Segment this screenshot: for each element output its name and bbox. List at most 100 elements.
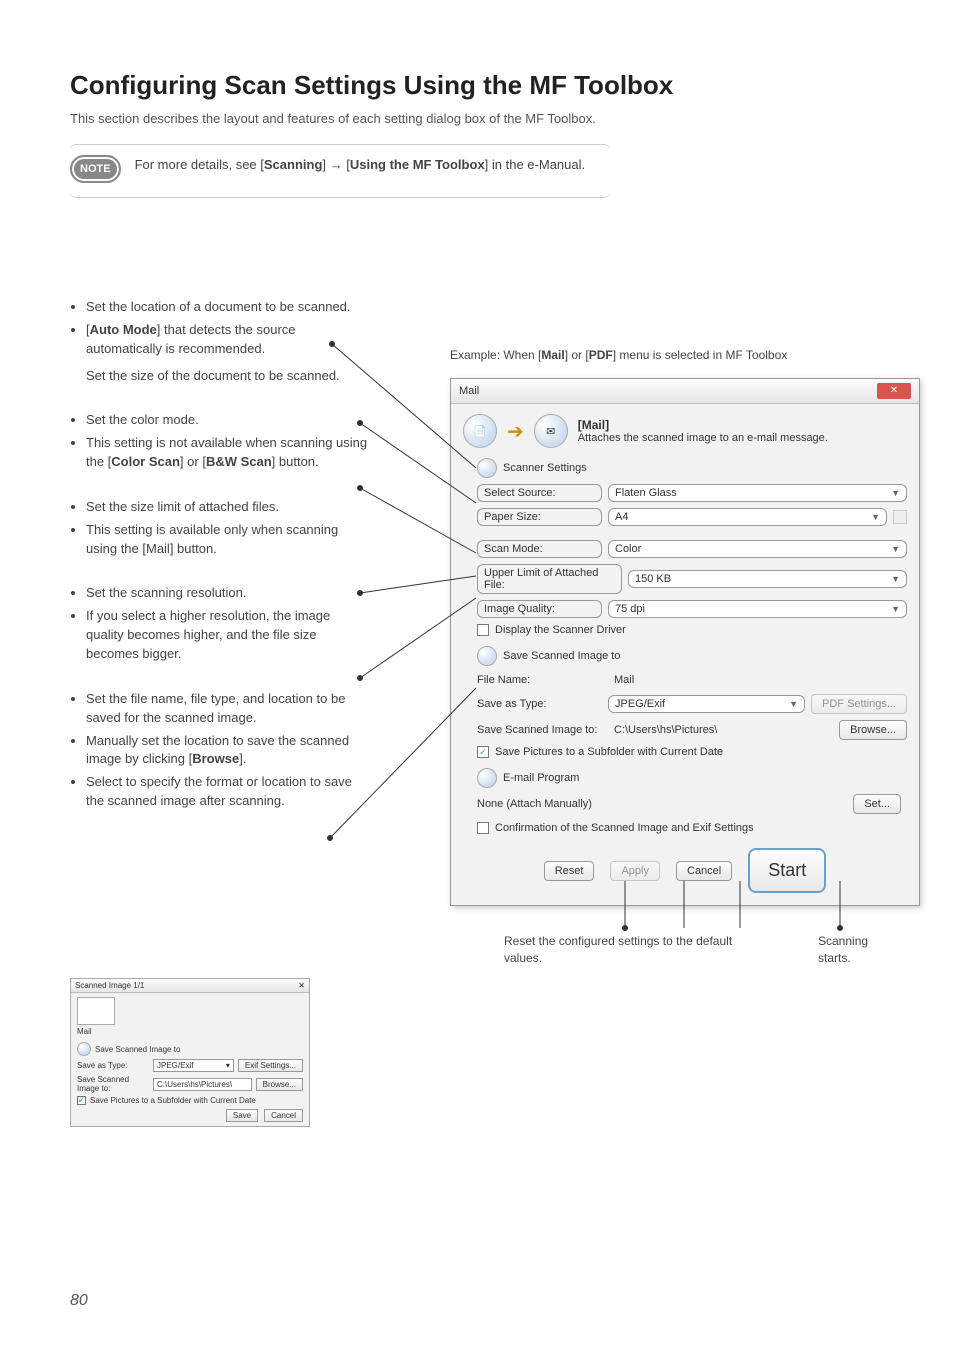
sd-section-label: Save Scanned Image to <box>95 1045 180 1054</box>
save-type-label: Save as Type: <box>477 698 602 710</box>
callout-specify-format: Select to specify the format or location… <box>86 773 370 811</box>
sd-save-icon <box>77 1042 91 1056</box>
mail-icon: ✉ <box>534 414 568 448</box>
ec-post: ] menu is selected in MF Toolbox <box>613 348 788 362</box>
note-suffix: ] in the e-Manual. <box>485 157 585 172</box>
g5b-bold: Browse <box>192 751 239 766</box>
paper-size-dropdown[interactable]: A4 ▼ <box>608 508 887 526</box>
reset-caption: Reset the configured settings to the def… <box>504 933 764 967</box>
cancel-button[interactable]: Cancel <box>676 861 732 881</box>
display-driver-label: Display the Scanner Driver <box>495 624 626 636</box>
g5b-post: ]. <box>239 751 246 766</box>
page-title: Configuring Scan Settings Using the MF T… <box>70 70 894 101</box>
sd-subfolder-label: Save Pictures to a Subfolder with Curren… <box>90 1096 256 1105</box>
callout-color-na: This setting is not available when scann… <box>86 434 370 472</box>
scan-mode-value: Color <box>615 543 641 555</box>
arrow-icon: ➔ <box>507 419 524 444</box>
image-quality-value: 75 dpi <box>615 603 645 615</box>
sd-save-to-field[interactable]: C:\Users\hs\Pictures\ <box>153 1078 252 1091</box>
select-source-label: Select Source: <box>477 484 602 502</box>
save-section-label: Save Scanned Image to <box>503 650 620 662</box>
display-driver-checkbox[interactable] <box>477 624 489 636</box>
scanner-icon: 📄 <box>463 414 497 448</box>
dialog-header-bold: [Mail] <box>578 418 609 432</box>
sd-browse-button[interactable]: Browse... <box>256 1078 303 1091</box>
image-quality-label: Image Quality: <box>477 600 602 618</box>
upper-limit-value: 150 KB <box>635 573 671 585</box>
save-type-dropdown[interactable]: JPEG/Exif ▼ <box>608 695 805 713</box>
sd-title-text: Scanned Image 1/1 <box>75 981 144 990</box>
g2b-post: ] button. <box>272 454 319 469</box>
sd-save-to-value: C:\Users\hs\Pictures\ <box>157 1080 232 1089</box>
callout-source-loc: Set the location of a document to be sca… <box>86 298 370 317</box>
note-bold-toolbox: Using the MF Toolbox <box>350 157 485 172</box>
page-number: 80 <box>70 1292 88 1310</box>
email-none-label: None (Attach Manually) <box>477 798 592 810</box>
sd-thumbnail[interactable] <box>77 997 115 1025</box>
mail-dialog: Mail ✕ 📄 ➔ ✉ [Mail] Attaches the scanned… <box>450 378 920 906</box>
dialog-titlebar: Mail ✕ <box>451 379 919 404</box>
note-badge: NOTE <box>70 155 121 183</box>
page-orientation-icon[interactable] <box>893 510 907 524</box>
close-icon[interactable]: ✕ <box>877 383 911 399</box>
ec-b2: PDF <box>589 348 613 362</box>
upper-limit-label: Upper Limit of Attached File: <box>477 564 622 594</box>
chevron-down-icon: ▼ <box>871 512 880 522</box>
page-intro: This section describes the layout and fe… <box>70 111 894 126</box>
chevron-down-icon: ▾ <box>226 1061 230 1070</box>
chevron-down-icon: ▼ <box>891 604 900 614</box>
email-section-icon <box>477 768 497 788</box>
scanner-settings-label: Scanner Settings <box>503 462 587 474</box>
save-to-value[interactable]: C:\Users\hs\Pictures\ <box>608 722 833 738</box>
sd-save-type-dropdown[interactable]: JPEG/Exif▾ <box>153 1059 234 1072</box>
sd-subfolder-checkbox[interactable]: ✓ <box>77 1096 86 1105</box>
select-source-dropdown[interactable]: Flaten Glass ▼ <box>608 484 907 502</box>
g2b-b2: B&W Scan <box>206 454 272 469</box>
browse-button[interactable]: Browse... <box>839 720 907 740</box>
callout-resolution-note: If you select a higher resolution, the i… <box>86 607 370 664</box>
main-area: Set the location of a document to be sca… <box>70 298 894 811</box>
note-text: For more details, see [Scanning] → [Usin… <box>135 155 586 175</box>
ec-mid: ] or [ <box>565 348 589 362</box>
image-quality-dropdown[interactable]: 75 dpi ▼ <box>608 600 907 618</box>
example-caption: Example: When [Mail] or [PDF] menu is se… <box>450 348 787 362</box>
g1b-bold: Auto Mode <box>90 322 157 337</box>
close-icon[interactable]: ✕ <box>298 981 305 990</box>
dialog-header-desc: Attaches the scanned image to an e-mail … <box>578 432 828 444</box>
sd-save-button[interactable]: Save <box>226 1109 258 1122</box>
left-callouts: Set the location of a document to be sca… <box>70 298 370 811</box>
apply-button[interactable]: Apply <box>610 861 660 881</box>
callout-paper-size: Set the size of the document to be scann… <box>70 367 370 386</box>
g2b-mid: ] or [ <box>180 454 206 469</box>
sd-exif-button[interactable]: Exif Settings... <box>238 1059 303 1072</box>
scan-mode-dropdown[interactable]: Color ▼ <box>608 540 907 558</box>
note-bold-scanning: Scanning <box>264 157 323 172</box>
email-section-label: E-mail Program <box>503 772 579 784</box>
note-block: NOTE For more details, see [Scanning] → … <box>70 144 610 198</box>
save-type-value: JPEG/Exif <box>615 698 665 710</box>
reset-button[interactable]: Reset <box>544 861 595 881</box>
save-section-icon <box>477 646 497 666</box>
ec-b1: Mail <box>541 348 564 362</box>
subfolder-label: Save Pictures to a Subfolder with Curren… <box>495 746 723 758</box>
paper-size-label: Paper Size: <box>477 508 602 526</box>
set-button[interactable]: Set... <box>853 794 901 814</box>
upper-limit-dropdown[interactable]: 150 KB ▼ <box>628 570 907 588</box>
callout-save-settings: Set the file name, file type, and locati… <box>86 690 370 728</box>
callout-browse: Manually set the location to save the sc… <box>86 732 370 770</box>
below-dialog-captions: Reset the configured settings to the def… <box>504 933 898 967</box>
sd-thumb-label: Mail <box>77 1027 303 1036</box>
sd-cancel-button[interactable]: Cancel <box>264 1109 303 1122</box>
callout-upper-limit: Set the size limit of attached files. <box>86 498 370 517</box>
callout-mail-only: This setting is available only when scan… <box>86 521 370 559</box>
select-source-value: Flaten Glass <box>615 487 677 499</box>
file-name-value[interactable]: Mail <box>608 672 907 688</box>
start-button[interactable]: Start <box>748 848 826 893</box>
chevron-down-icon: ▼ <box>891 488 900 498</box>
subfolder-checkbox[interactable]: ✓ <box>477 746 489 758</box>
pdf-settings-button[interactable]: PDF Settings... <box>811 694 907 714</box>
file-name-label: File Name: <box>477 674 602 686</box>
note-mid: ] → [ <box>322 157 349 172</box>
scanner-settings-icon <box>477 458 497 478</box>
confirm-exif-checkbox[interactable] <box>477 822 489 834</box>
